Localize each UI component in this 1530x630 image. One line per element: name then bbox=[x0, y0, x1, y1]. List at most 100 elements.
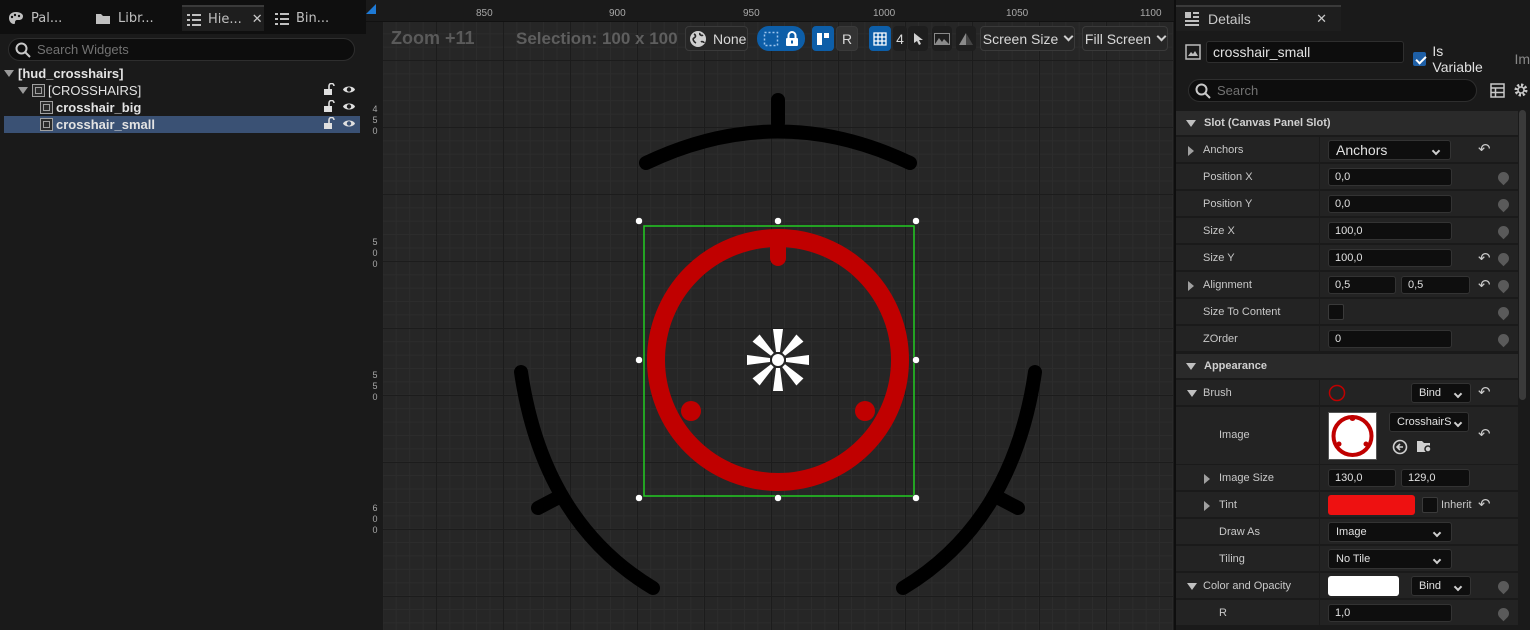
resize-handle[interactable] bbox=[912, 494, 920, 502]
image-thumbnail[interactable] bbox=[1328, 412, 1377, 460]
expand-arrow-icon[interactable] bbox=[1204, 501, 1210, 511]
draw-as-dropdown[interactable]: Image bbox=[1328, 522, 1452, 542]
resize-handle[interactable] bbox=[912, 356, 920, 364]
details-scrollbar[interactable] bbox=[1519, 110, 1526, 400]
ruler-tick-label: 950 bbox=[743, 8, 760, 19]
zorder-field[interactable]: 0 bbox=[1328, 330, 1452, 348]
section-appearance-header[interactable]: Appearance bbox=[1176, 354, 1518, 378]
widget-search-input[interactable] bbox=[37, 42, 337, 57]
size-y-field[interactable]: 100,0 bbox=[1328, 249, 1452, 267]
pin-icon[interactable] bbox=[1495, 605, 1512, 622]
close-tab-icon[interactable]: ✕ bbox=[1316, 11, 1327, 27]
property-tiling: Tiling No Tile bbox=[1176, 546, 1518, 572]
tint-color-swatch[interactable] bbox=[1328, 495, 1415, 515]
tab-library[interactable]: Libr... bbox=[95, 5, 154, 31]
r-field[interactable]: 1,0 bbox=[1328, 604, 1452, 622]
tab-hierarchy[interactable]: Hie... ✕ bbox=[182, 5, 264, 31]
resize-handle[interactable] bbox=[912, 217, 920, 225]
tree-item-crosshair-small[interactable]: crosshair_small bbox=[4, 116, 360, 133]
pin-icon[interactable] bbox=[1495, 331, 1512, 348]
widget-search-box[interactable] bbox=[8, 38, 355, 61]
designer-viewport[interactable]: 850 900 950 1000 1050 1100 450 500 550 6… bbox=[366, 0, 1174, 630]
select-mode-button[interactable] bbox=[908, 26, 928, 51]
expand-arrow-icon[interactable] bbox=[4, 70, 14, 77]
pin-icon[interactable] bbox=[1495, 578, 1512, 595]
size-x-field[interactable]: 100,0 bbox=[1328, 222, 1452, 240]
expand-arrow-icon[interactable] bbox=[1204, 474, 1210, 484]
preview-locale-button[interactable]: None bbox=[685, 26, 748, 51]
details-search-box[interactable] bbox=[1188, 79, 1477, 102]
respect-lock-icon-button[interactable] bbox=[812, 26, 834, 51]
eye-icon[interactable] bbox=[342, 100, 356, 113]
brush-bind-dropdown[interactable]: Bind bbox=[1411, 383, 1471, 403]
tiling-dropdown[interactable]: No Tile bbox=[1328, 549, 1452, 569]
reset-arrow-icon[interactable]: ↶ bbox=[1478, 140, 1491, 158]
screen-size-dropdown[interactable]: Screen Size bbox=[980, 26, 1075, 51]
collapse-arrow-icon[interactable] bbox=[1187, 390, 1197, 397]
resize-handle[interactable] bbox=[774, 217, 782, 225]
reset-arrow-icon[interactable]: ↶ bbox=[1478, 276, 1491, 294]
expand-arrow-icon[interactable] bbox=[18, 87, 28, 94]
fill-screen-dropdown[interactable]: Fill Screen bbox=[1082, 26, 1168, 51]
checkbox-checked-icon[interactable] bbox=[1413, 52, 1427, 66]
image-size-y-field[interactable]: 129,0 bbox=[1401, 469, 1470, 487]
widget-name-field[interactable]: crosshair_small bbox=[1206, 41, 1404, 63]
list-icon bbox=[275, 12, 289, 25]
unlock-icon[interactable] bbox=[323, 100, 336, 113]
details-search-input[interactable] bbox=[1217, 83, 1457, 98]
close-tab-icon[interactable]: ✕ bbox=[252, 12, 263, 27]
grid-snap-value[interactable]: 4 bbox=[893, 26, 907, 51]
tab-palette[interactable]: Pal... bbox=[8, 5, 62, 31]
position-y-field[interactable]: 0,0 bbox=[1328, 195, 1452, 213]
use-selected-icon[interactable] bbox=[1392, 439, 1408, 455]
bind-label: Bind bbox=[1419, 387, 1442, 399]
preview-image-button[interactable] bbox=[932, 26, 952, 51]
reset-arrow-icon[interactable]: ↶ bbox=[1478, 249, 1491, 267]
grid-snap-toggle[interactable] bbox=[869, 26, 891, 51]
image-asset-dropdown[interactable]: CrosshairS bbox=[1389, 412, 1469, 432]
reset-arrow-icon[interactable]: ↶ bbox=[1478, 383, 1491, 401]
collapse-arrow-icon[interactable] bbox=[1187, 583, 1197, 590]
pin-icon[interactable] bbox=[1495, 169, 1512, 186]
lock-toggle-button[interactable] bbox=[757, 26, 805, 51]
color-bind-dropdown[interactable]: Bind bbox=[1411, 576, 1471, 596]
eye-icon[interactable] bbox=[342, 83, 356, 96]
tab-details[interactable]: Details ✕ bbox=[1176, 5, 1341, 31]
pin-icon[interactable] bbox=[1495, 223, 1512, 240]
gear-icon[interactable] bbox=[1513, 82, 1529, 98]
is-variable-checkbox[interactable]: Is Variable Im bbox=[1413, 43, 1530, 75]
tree-item-root[interactable]: [hud_crosshairs] bbox=[4, 65, 360, 82]
tree-item-crosshair-big[interactable]: crosshair_big bbox=[4, 99, 360, 116]
zoom-level-label: Zoom +11 bbox=[391, 28, 475, 48]
unlock-icon[interactable] bbox=[323, 83, 336, 96]
size-to-content-checkbox[interactable] bbox=[1328, 304, 1344, 320]
section-slot-header[interactable]: Slot (Canvas Panel Slot) bbox=[1176, 111, 1518, 135]
resize-handle[interactable] bbox=[635, 494, 643, 502]
respect-lock-button[interactable]: R bbox=[836, 26, 858, 51]
position-x-field[interactable]: 0,0 bbox=[1328, 168, 1452, 186]
resize-handle[interactable] bbox=[774, 494, 782, 502]
expand-arrow-icon[interactable] bbox=[1188, 281, 1194, 291]
color-opacity-swatch[interactable] bbox=[1328, 576, 1399, 596]
anchors-dropdown[interactable]: Anchors bbox=[1328, 140, 1451, 160]
resize-handle[interactable] bbox=[635, 217, 643, 225]
image-size-x-field[interactable]: 130,0 bbox=[1328, 469, 1396, 487]
expand-arrow-icon[interactable] bbox=[1188, 146, 1194, 156]
tab-bindings[interactable]: Bin... bbox=[275, 5, 329, 31]
flip-button[interactable] bbox=[956, 26, 976, 51]
pin-icon[interactable] bbox=[1495, 250, 1512, 267]
reset-arrow-icon[interactable]: ↶ bbox=[1478, 425, 1491, 443]
unlock-icon[interactable] bbox=[323, 117, 336, 130]
inherit-checkbox[interactable] bbox=[1422, 497, 1438, 513]
resize-handle[interactable] bbox=[635, 356, 643, 364]
alignment-y-field[interactable]: 0,5 bbox=[1401, 276, 1470, 294]
tree-item-crosshairs[interactable]: [CROSSHAIRS] bbox=[4, 82, 360, 99]
pin-icon[interactable] bbox=[1495, 304, 1512, 321]
pin-icon[interactable] bbox=[1495, 277, 1512, 294]
alignment-x-field[interactable]: 0,5 bbox=[1328, 276, 1396, 294]
table-view-icon[interactable] bbox=[1490, 83, 1505, 98]
pin-icon[interactable] bbox=[1495, 196, 1512, 213]
reset-arrow-icon[interactable]: ↶ bbox=[1478, 495, 1491, 513]
browse-asset-icon[interactable] bbox=[1416, 439, 1434, 455]
eye-icon[interactable] bbox=[342, 117, 356, 130]
